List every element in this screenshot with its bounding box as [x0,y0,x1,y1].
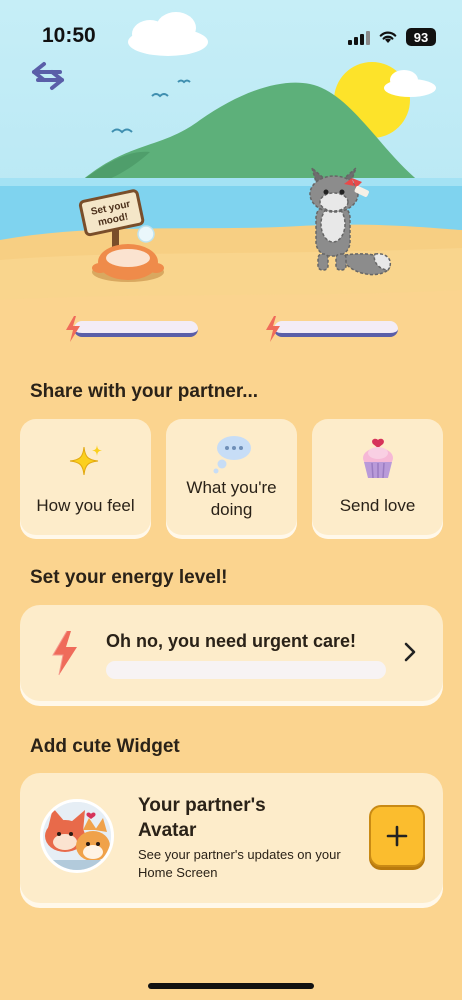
bolt-icon [52,630,77,676]
back-arrows-icon [32,62,64,90]
swap-back-button[interactable] [28,56,68,96]
status-bar: 10:50 93 [0,0,462,64]
energy-status-text: Oh no, you need urgent care! [106,631,357,651]
bolt-icon [266,316,280,342]
widget-card-subtitle: See your partner's updates on your Home … [138,847,341,880]
wifi-icon [379,31,397,43]
thought-bubble-icon [213,436,251,474]
partner-energy-bar [264,315,398,343]
user-energy-bar [64,315,198,343]
status-icons: 93 [348,26,436,48]
scene-banner: Set your mood! 10:50 93 [0,0,462,370]
share-section-title: Share with your partner... [30,381,259,402]
battery-indicator: 93 [406,28,436,46]
partner-avatar [40,799,114,873]
widget-card-title: Your partner's Avatar [138,795,266,841]
share-card-send-love[interactable]: Send love [312,419,443,535]
share-card-label: How you feel [36,496,135,515]
energy-level-card[interactable]: Oh no, you need urgent care! [20,605,443,701]
partner-avatar-widget-card: Your partner's Avatar See your partner's… [20,773,443,903]
bolt-icon [66,316,80,342]
partner-energy-track [274,321,398,337]
cellular-signal-icon [348,29,370,45]
energy-section-title: Set your energy level! [30,567,228,588]
user-energy-track [74,321,198,337]
foxes-avatar-icon [43,802,111,870]
status-time: 10:50 [42,24,96,47]
energy-level-track [106,661,386,679]
sparkle-icon [69,445,102,476]
widget-section-title: Add cute Widget [30,736,180,757]
share-card-how-you-feel[interactable]: How you feel [20,419,151,535]
share-card-label: Send love [339,496,416,515]
add-widget-button[interactable] [369,805,425,867]
plus-icon [386,825,408,847]
share-card-label: What you're doing [186,478,277,519]
chevron-right-icon [404,642,416,662]
cupcake-icon [362,438,393,479]
home-indicator [148,983,314,989]
share-card-what-youre-doing[interactable]: What you're doing [166,419,297,535]
